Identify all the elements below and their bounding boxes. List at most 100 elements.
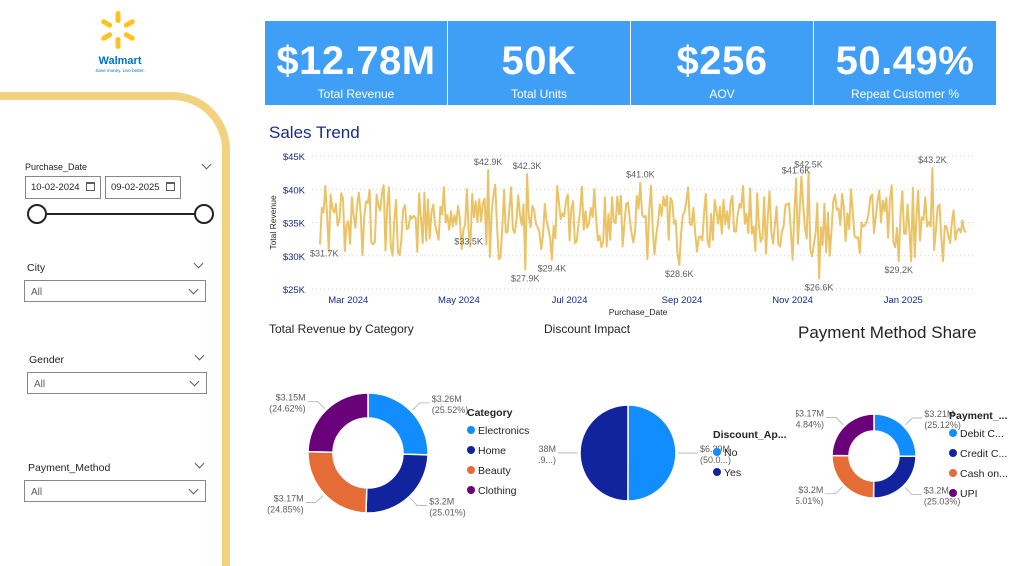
leader-line — [904, 417, 923, 426]
slice-percent-label: (24.84%) — [796, 420, 824, 430]
legend-marker — [949, 429, 957, 437]
legend-marker — [467, 466, 475, 474]
kpi-value: 50K — [501, 39, 577, 83]
slice-percent-label: (25.01%) — [429, 508, 466, 518]
city-title: City — [27, 262, 46, 274]
kpi-divider — [813, 21, 814, 105]
slice-percent-label: (25.01%) — [796, 496, 823, 506]
data-label: $41.0K — [626, 170, 655, 180]
legend-marker — [467, 486, 475, 494]
slice-value-label: $3.17M — [796, 409, 824, 419]
data-label: $28.6K — [665, 269, 694, 279]
slice-no — [627, 404, 677, 502]
kpi-label: AOV — [709, 87, 735, 101]
chevron-down-icon[interactable] — [188, 284, 199, 295]
kpi-card-repeat-customer: 50.49% Repeat Customer % — [814, 21, 996, 105]
payment-donut-chart: $3.21M(25.12%)$3.2M(25.03%)$3.2M(25.01%)… — [796, 409, 1008, 507]
slice-value-label: $3.2M — [798, 485, 823, 495]
kpi-card-total-revenue: $12.78M Total Revenue — [265, 21, 447, 105]
legend-item: Credit C... — [960, 448, 1007, 460]
legend-marker — [949, 469, 957, 477]
start-date-value: 10-02-2024 — [31, 182, 80, 193]
date-slider-track[interactable] — [37, 213, 204, 215]
data-label: $42.9K — [474, 157, 503, 167]
legend-title: Discount_Ap... — [713, 429, 787, 441]
legend-item: Clothing — [478, 485, 517, 497]
leader-line — [825, 486, 843, 495]
data-label: $33.5K — [454, 236, 483, 246]
kpi-label: Total Revenue — [317, 87, 395, 101]
payment-chart-title: Payment Method Share — [798, 323, 977, 342]
slice-percent-label: (24.62%) — [269, 404, 306, 414]
slice-home — [365, 453, 429, 514]
gender-chevron-icon[interactable] — [194, 350, 205, 361]
leader-line — [307, 401, 325, 409]
leader-line — [410, 497, 428, 506]
leader-line — [412, 402, 430, 411]
leader-line — [904, 487, 922, 495]
kpi-value: $12.78M — [276, 39, 436, 83]
y-axis-title: Total Revenue — [268, 195, 278, 250]
legend-title: Category — [467, 407, 513, 419]
kpi-card-aov: $256 AOV — [631, 21, 813, 105]
slice-cash-on- — [831, 454, 875, 499]
payment-method-value: All — [31, 487, 43, 498]
data-label: $26.6K — [805, 282, 834, 292]
discount-chart-title: Discount Impact — [544, 322, 631, 336]
slice-percent-label: (25.52%) — [432, 405, 469, 415]
legend-marker — [467, 426, 475, 434]
purchase-date-chevron-icon[interactable] — [201, 159, 212, 170]
leader-line — [826, 417, 844, 425]
end-date-input[interactable]: 09-02-2025 — [105, 176, 181, 199]
slice-value-label: $3.2M — [924, 486, 949, 496]
gender-dropdown[interactable]: All — [27, 372, 207, 394]
legend-marker — [949, 489, 957, 497]
kpi-divider — [630, 21, 631, 105]
city-value: All — [31, 287, 43, 298]
legend-item: Home — [478, 445, 506, 457]
category-donut-chart: $3.26M(25.52%) $3.2M(25.01%) $3.17M(24.85%… — [267, 392, 529, 518]
calendar-icon[interactable] — [166, 182, 175, 191]
city-dropdown[interactable]: All — [24, 280, 206, 302]
slice-value-label: $3.17M — [274, 493, 304, 503]
calendar-icon[interactable] — [86, 182, 95, 191]
legend-item: UPI — [960, 488, 978, 500]
date-slider-end-handle[interactable] — [194, 204, 214, 224]
start-date-input[interactable]: 10-02-2024 — [25, 176, 101, 199]
slice-percent-label: (25.03%) — [924, 497, 961, 507]
data-label: $42.3K — [513, 161, 542, 171]
y-tick-label: $25K — [283, 285, 306, 296]
legend-title: Payment_... — [949, 410, 1007, 422]
x-axis-title: Purchase_Date — [609, 307, 668, 317]
data-label: $43.2K — [918, 155, 947, 165]
legend-item: Yes — [724, 467, 741, 479]
sales-trend-line — [319, 167, 967, 280]
payment-method-dropdown[interactable]: All — [24, 480, 206, 502]
gender-title: Gender — [29, 354, 65, 366]
chevron-down-icon[interactable] — [188, 484, 199, 495]
slice-yes — [579, 404, 629, 502]
data-label: $29.4K — [538, 264, 567, 274]
legend-marker — [949, 449, 957, 457]
legend-marker — [713, 468, 721, 476]
data-label: $29.2K — [884, 265, 913, 275]
kpi-divider — [447, 21, 448, 105]
x-tick-label: Sep 2024 — [662, 295, 703, 306]
payment-method-chevron-icon[interactable] — [194, 458, 205, 469]
date-slider-start-handle[interactable] — [27, 204, 47, 224]
chevron-down-icon[interactable] — [189, 376, 200, 387]
data-label: $31.7K — [310, 248, 339, 258]
sales-trend-chart: $25K $30K $35K $40K $45K Mar 2024 May 2024 Jul … — [268, 152, 974, 317]
x-tick-label: Nov 2024 — [772, 295, 813, 306]
legend-item: Electronics — [478, 425, 529, 437]
kpi-value: 50.49% — [835, 39, 975, 83]
kpi-card-total-units: 50K Total Units — [448, 21, 630, 105]
legend-item: Beauty — [478, 465, 511, 477]
end-date-value: 09-02-2025 — [111, 182, 160, 193]
slice-value-label: $3.26M — [432, 394, 462, 404]
discount-pie-chart: $6.39M(50.0...)$6.38M(49.9...)Discount_A… — [538, 404, 787, 502]
city-chevron-icon[interactable] — [193, 258, 204, 269]
slice-electronics — [367, 392, 429, 456]
sales-trend-title: Sales Trend — [269, 123, 360, 142]
slice-value-label: $3.2M — [429, 497, 454, 507]
